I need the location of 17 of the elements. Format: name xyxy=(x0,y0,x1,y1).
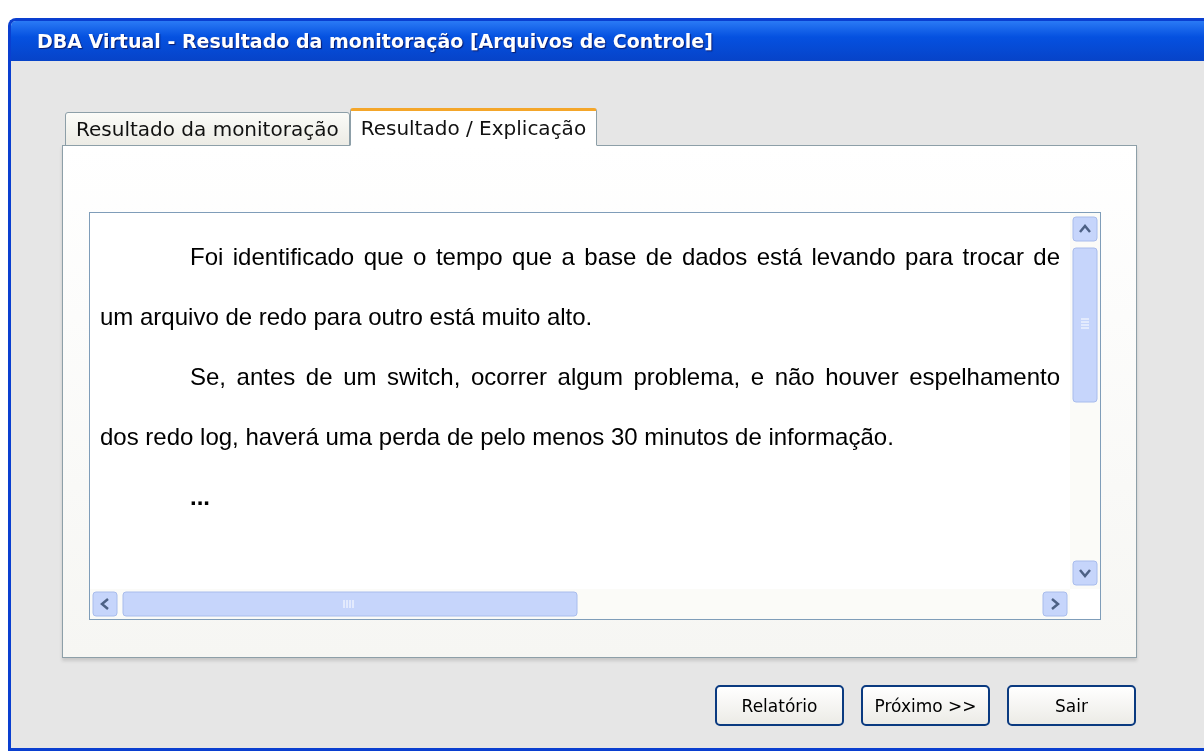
scrollbar-thumb[interactable] xyxy=(122,591,578,617)
vertical-scrollbar[interactable] xyxy=(1070,213,1100,589)
scroll-up-icon[interactable] xyxy=(1072,216,1098,242)
scroll-down-icon[interactable] xyxy=(1072,560,1098,586)
paragraph: Se, antes de um switch, ocorrer algum problema, e não houver espelhamento dos redo log, haverá uma perda de pelo menos 30 minutos de informação. xyxy=(100,362,1060,452)
paragraph: Foi identificado que o tempo que a base de dados está levando para trocar de um arquivo de redo para outro está muito alto. xyxy=(100,242,1060,332)
scroll-left-icon[interactable] xyxy=(92,591,118,617)
scroll-right-icon[interactable] xyxy=(1042,591,1068,617)
tab[interactable]: Resultado / Explicação xyxy=(349,108,598,146)
dialog-button[interactable]: Próximo >> xyxy=(861,685,990,726)
dialog-button[interactable]: Relatório xyxy=(715,685,844,726)
tab[interactable]: Resultado da monitoração xyxy=(65,112,350,146)
horizontal-scrollbar[interactable] xyxy=(90,589,1070,619)
scrollbar-thumb[interactable] xyxy=(1072,247,1098,403)
window-title: DBA Virtual - Resultado da monitoração [Arquivos de Controle] xyxy=(37,30,713,52)
paragraph: ... xyxy=(189,482,211,512)
dialog-button[interactable]: Sair xyxy=(1007,685,1136,726)
